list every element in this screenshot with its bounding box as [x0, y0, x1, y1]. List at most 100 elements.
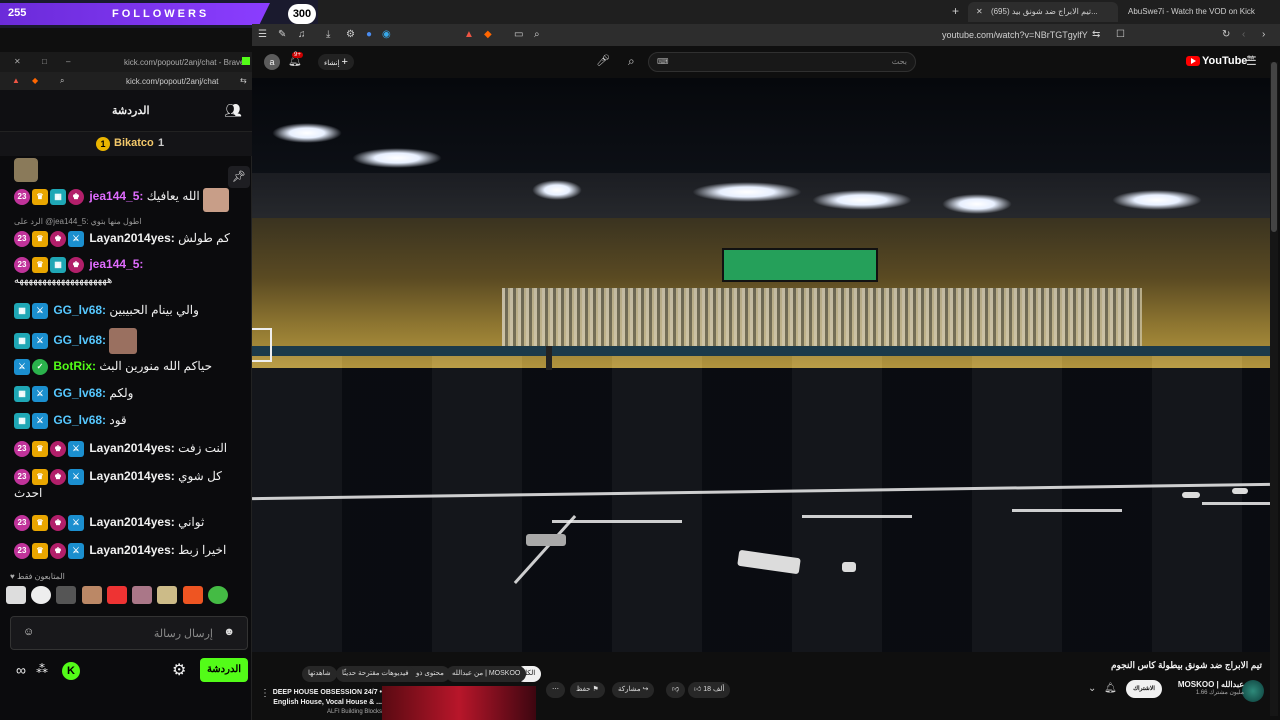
like-button[interactable]: 👍︎ 18 ألف [688, 682, 731, 698]
settings-icon[interactable]: ⚙ [172, 660, 186, 680]
share-icon[interactable]: ⇆ [1092, 29, 1100, 40]
create-label: إنشاء [324, 60, 340, 67]
scrollbar-thumb[interactable] [1271, 62, 1277, 232]
username[interactable]: GG_lv68: [53, 333, 106, 347]
floodlight [1112, 190, 1202, 210]
tab-youtube[interactable]: ✕ (695) تيم الابراج ضد شونق بيد... [968, 2, 1118, 22]
music-icon[interactable]: ♫ [298, 29, 306, 40]
hamburger-icon[interactable]: ☰ [1246, 54, 1257, 68]
emote[interactable] [106, 586, 127, 604]
username[interactable]: GG_lv68: [53, 303, 106, 317]
more-vert-icon[interactable]: ⋮ [260, 688, 270, 699]
channel-avatar[interactable] [1242, 680, 1264, 702]
recommended-thumbnail[interactable] [382, 686, 536, 720]
emote[interactable] [56, 586, 77, 604]
extension-icon[interactable]: ⚙ [346, 29, 355, 40]
more-actions-button[interactable]: ⋯ [546, 682, 565, 698]
youtube-logo[interactable]: YouTubeSA [1186, 55, 1254, 67]
back-icon[interactable]: ‹ [1242, 29, 1245, 40]
subscribe-button[interactable]: الاشتراك [1126, 680, 1162, 698]
username[interactable]: Layan2014yes: [89, 231, 174, 245]
followers-only-label: ♥ المتابعون فقط [6, 572, 248, 586]
pin-icon[interactable]: ✎ [278, 29, 286, 40]
brave-shield-icon[interactable]: ◆ [484, 29, 492, 40]
forward-icon[interactable]: › [1262, 29, 1265, 40]
username[interactable]: GG_lv68: [53, 386, 106, 400]
mic-icon[interactable]: 🎤︎ [596, 54, 610, 67]
emote[interactable] [81, 586, 102, 604]
search-input[interactable]: ⌨ بحث [648, 52, 916, 72]
kick-icon [242, 57, 250, 65]
emote[interactable] [157, 586, 178, 604]
bell-icon[interactable]: 🔔︎ [1104, 683, 1117, 694]
shield-icon[interactable]: ● [366, 29, 372, 40]
emote[interactable] [207, 586, 228, 604]
chat-input[interactable]: ☺ إرسال رسالة ☻ [10, 616, 248, 650]
ad-boards [252, 346, 1270, 356]
video-player[interactable] [252, 78, 1270, 652]
username[interactable]: Layan2014yes: [89, 441, 174, 455]
chip-channel[interactable]: من عبدالله | MOSKOO [446, 666, 527, 682]
account-avatar[interactable]: a [264, 54, 280, 70]
message-text: حياكم الله منورين البث [99, 359, 213, 373]
chip-recent[interactable]: فيديوهات مقترحة حديثًا [336, 666, 415, 682]
emote[interactable] [182, 586, 203, 604]
tab-kick[interactable]: AbuSwe7i - Watch the VOD on Kick [1120, 2, 1260, 22]
share-button[interactable]: مشاركة ↪ [612, 682, 655, 698]
save-button[interactable]: حفظ ⚑ [570, 682, 605, 698]
chip-watched[interactable]: شاهدتها [302, 666, 337, 682]
username[interactable]: jea144_5: [89, 189, 143, 203]
chat-url[interactable]: kick.com/popout/2anj/chat [126, 77, 219, 86]
new-tab-button[interactable]: + [952, 4, 959, 18]
search-icon[interactable]: ⌕ [628, 54, 635, 69]
close-icon[interactable]: ✕ [14, 57, 21, 66]
brave-shield-icon[interactable]: ◆ [32, 76, 38, 85]
recommended-title[interactable]: DEEP HOUSE OBSESSION 24/7 • English Hous… [260, 688, 382, 708]
bookmark-icon[interactable]: ☐ [1116, 29, 1125, 40]
chat-message: 23 ♛ ♚ ⚔ Layan2014yes: كل شوي احدث [14, 468, 236, 501]
username[interactable]: Layan2014yes: [89, 515, 174, 529]
download-icon[interactable]: ⤓ [326, 29, 330, 40]
brave-rewards-icon[interactable]: ▲ [12, 76, 20, 85]
brave-rewards-icon[interactable]: ▲ [464, 29, 474, 40]
username[interactable]: jea144_5: [89, 257, 143, 271]
dislike-button[interactable]: 👎︎ [666, 682, 686, 698]
send-chat-button[interactable]: الدردشة [200, 658, 248, 682]
url-text[interactable]: youtube.com/watch?v=NBrTGTgylfY [942, 30, 1088, 40]
username[interactable]: Layan2014yes: [89, 469, 174, 483]
chat-message: 23 ♛ ♚ ⚔ Layan2014yes: اخيرا زبط [14, 542, 236, 559]
close-icon[interactable]: ✕ [976, 7, 983, 16]
menu-icon[interactable]: ☰ [258, 29, 267, 40]
username[interactable]: Layan2014yes: [89, 543, 174, 557]
emote[interactable] [31, 586, 52, 604]
emoji-icon[interactable]: ☺ [23, 626, 34, 638]
notification-count: 9+ [292, 52, 303, 58]
channel-info[interactable]: MOSKOO | عبدالله 1.66 مليون مشترك [1172, 680, 1244, 696]
recommended-channel[interactable]: ALFI Building Blocks [260, 709, 382, 715]
create-button[interactable]: إنشاء + [318, 54, 354, 70]
globe-icon[interactable]: ◉ [382, 29, 391, 40]
smile-icon[interactable]: ☻ [223, 626, 235, 638]
sub-gifter-bar[interactable]: 1 Bikatco 1 [0, 132, 252, 156]
chat-header: الدردشة 👥︎ [0, 90, 252, 132]
zoom-icon[interactable]: ⌕ [534, 29, 540, 40]
kick-logo-icon[interactable]: K [62, 662, 80, 680]
chat-message: 23 ♛ ♚ ⚔ Layan2014yes: النت زفت [14, 440, 236, 457]
chevron-down-icon[interactable]: ⌄ [1088, 683, 1096, 694]
emote[interactable] [6, 586, 26, 604]
screen-icon[interactable]: ▭ [514, 29, 523, 40]
reload-icon[interactable]: ↻ [1222, 29, 1230, 40]
users-icon[interactable]: 👥︎ [224, 102, 242, 119]
minimize-icon[interactable]: – [66, 57, 70, 66]
username[interactable]: GG_lv68: [53, 413, 106, 427]
username[interactable]: BotRix: [53, 359, 96, 373]
mod-badge-icon: ⚔ [68, 542, 84, 559]
share-icon[interactable]: ⇆ [240, 76, 247, 85]
maximize-icon[interactable]: □ [42, 57, 47, 66]
zoom-icon[interactable]: ⌕ [60, 76, 64, 86]
infinity-icon[interactable]: ∞ [16, 662, 26, 678]
points-icon[interactable]: ⁂ [36, 662, 48, 676]
keyboard-icon[interactable]: ⌨ [657, 57, 669, 66]
page-scrollbar[interactable] [1270, 62, 1278, 716]
emote[interactable] [132, 586, 153, 604]
